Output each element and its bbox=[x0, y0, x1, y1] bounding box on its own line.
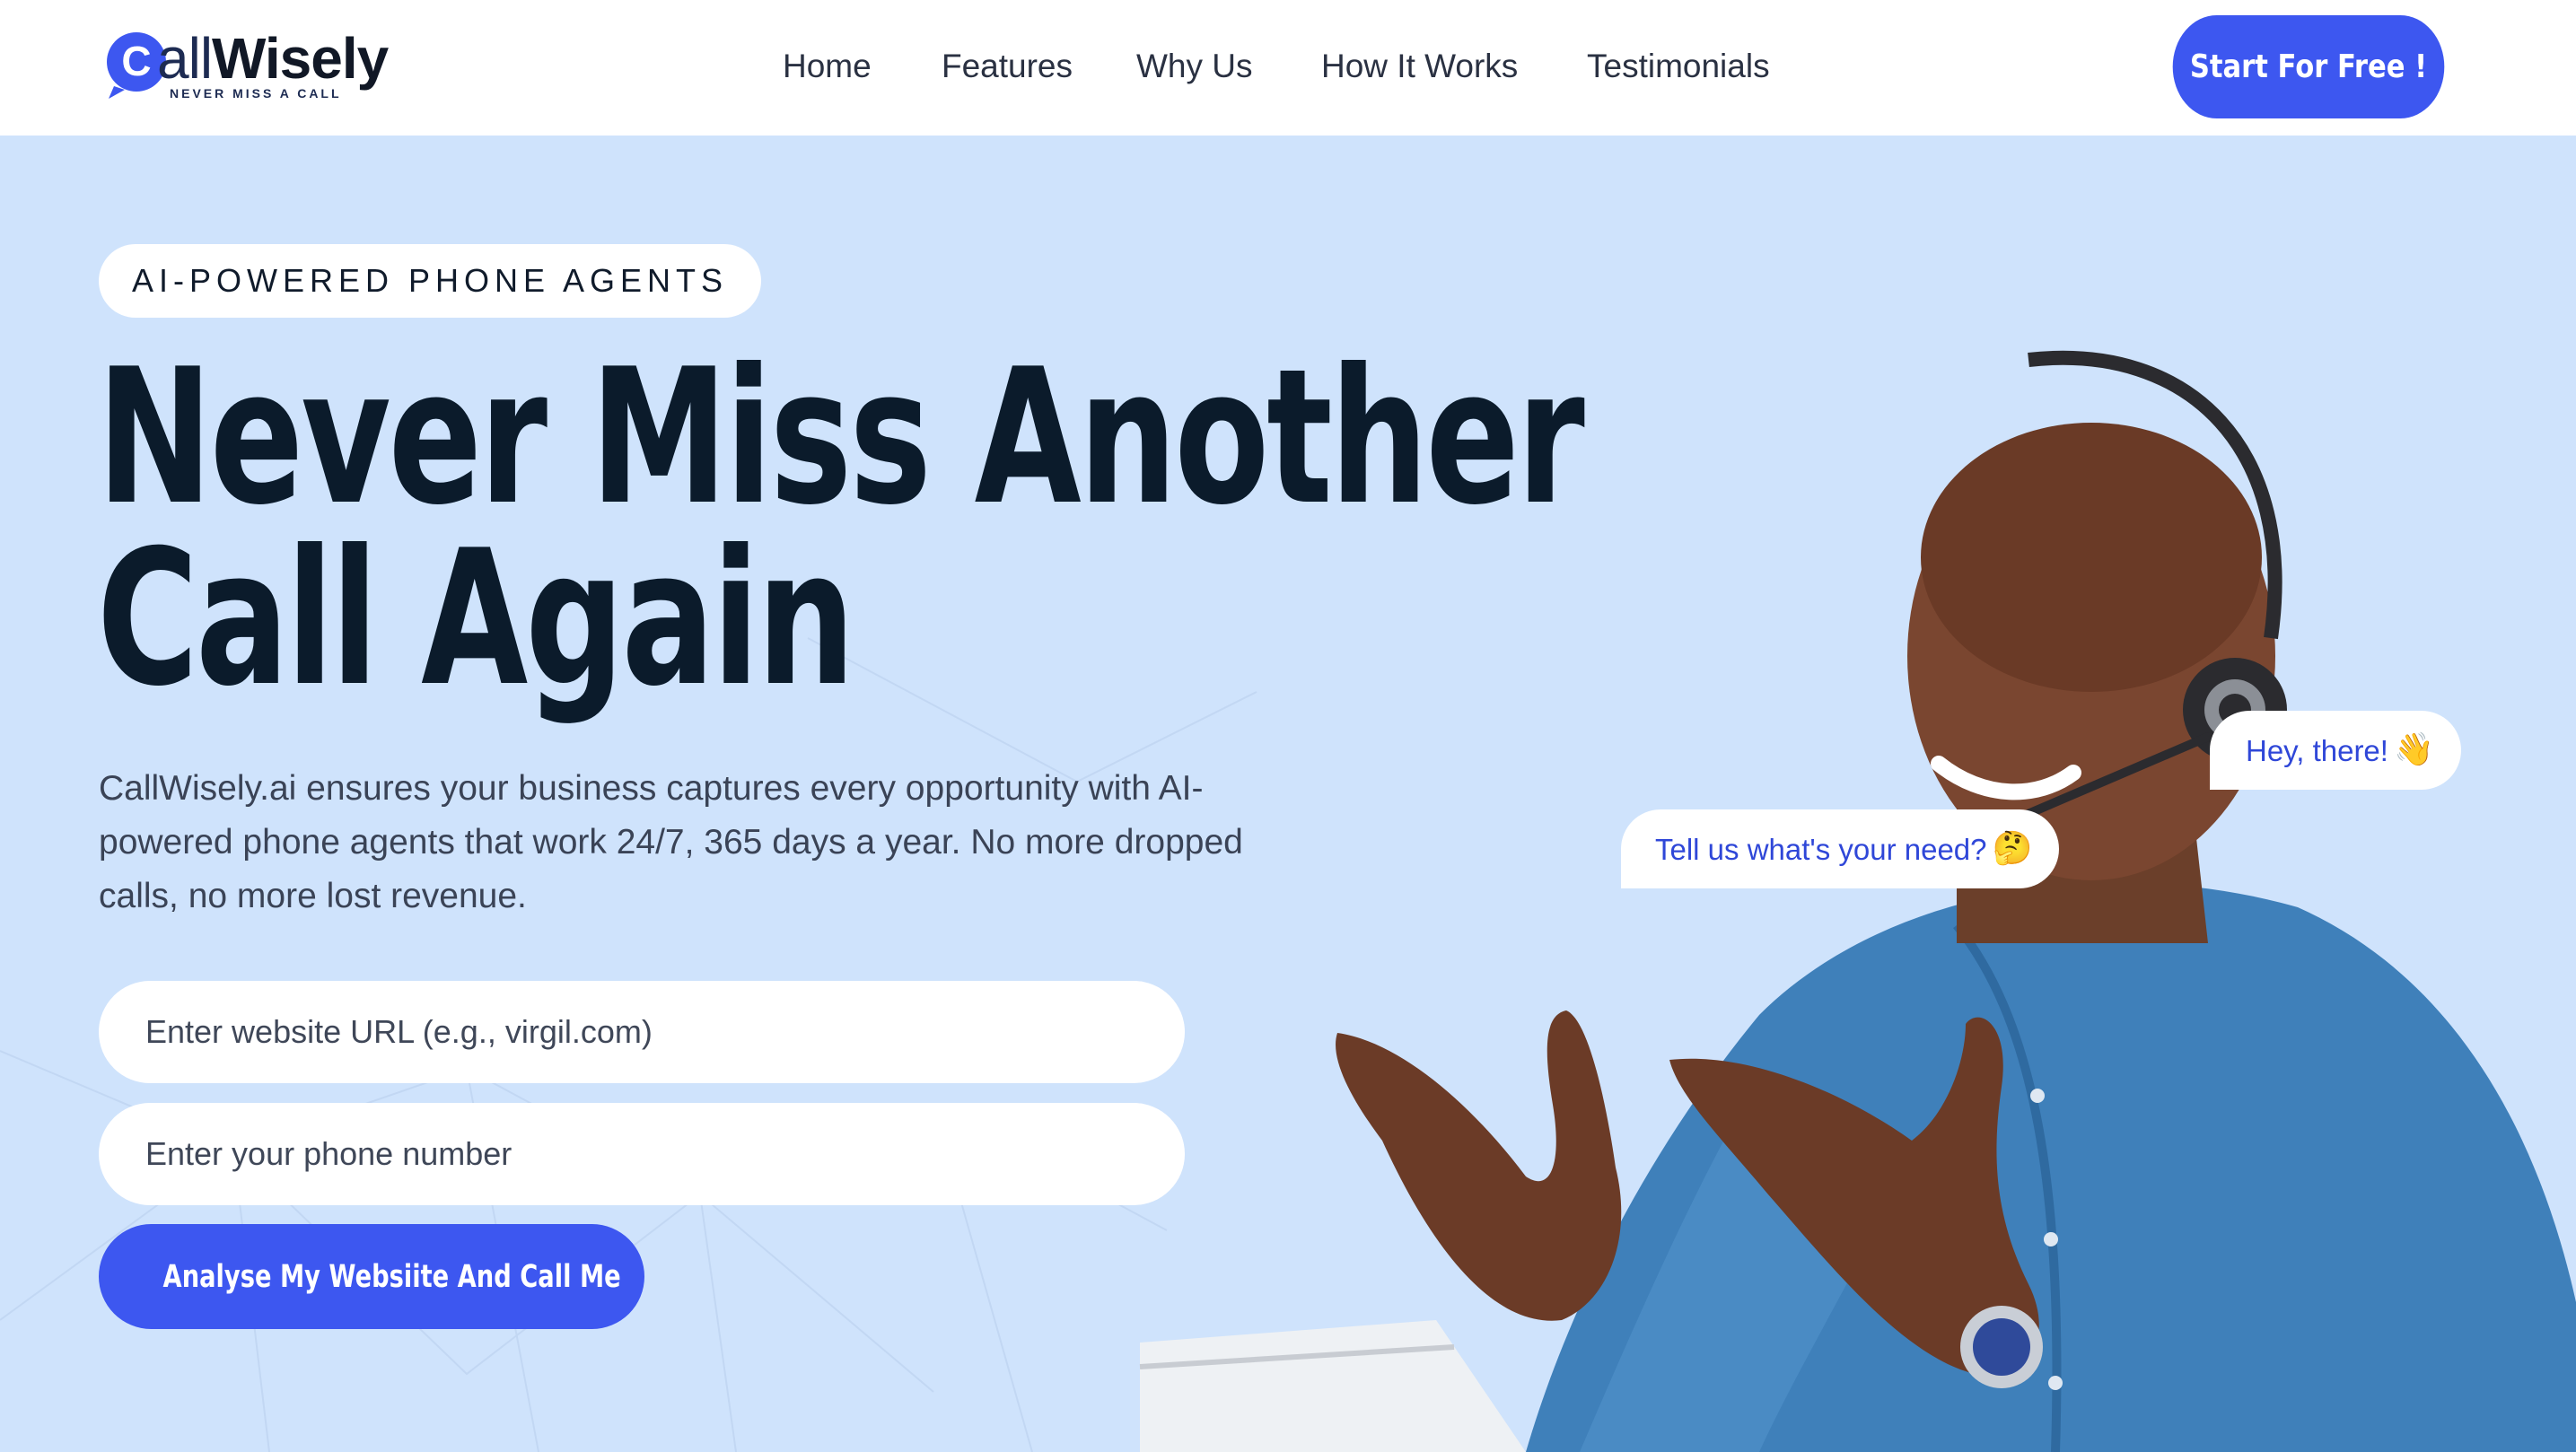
analyse-website-button[interactable]: Analyse My Websiite And Call Me bbox=[99, 1224, 644, 1329]
nav-features[interactable]: Features bbox=[942, 43, 1073, 90]
chat-bubble-question: Tell us what's your need? 🤔 bbox=[1621, 809, 2060, 888]
start-for-free-button[interactable]: Start For Free ! bbox=[2172, 15, 2445, 118]
site-header: C allWisely NEVER MISS A CALL Home Featu… bbox=[0, 0, 2576, 136]
waving-hand-icon: 👋 bbox=[2393, 731, 2434, 768]
ai-phone-agents-badge: AI-POWERED PHONE AGENTS bbox=[99, 244, 761, 318]
headline-line-1: Never Miss Another bbox=[97, 329, 1585, 547]
brand-tagline: NEVER MISS A CALL bbox=[170, 86, 342, 101]
hero-section: AI-POWERED PHONE AGENTS Never Miss Anoth… bbox=[0, 136, 2576, 1452]
svg-text:C: C bbox=[121, 38, 151, 84]
nav-how-it-works[interactable]: How It Works bbox=[1321, 43, 1518, 90]
hero-headline: Never Miss Another Call Again bbox=[97, 329, 1585, 728]
headline-line-2: Call Again bbox=[97, 511, 855, 728]
brand-name: allWisely bbox=[157, 26, 389, 91]
thinking-face-icon: 🤔 bbox=[1992, 830, 2033, 867]
chat-bubble-greeting: Hey, there! 👋 bbox=[2210, 711, 2461, 790]
brand-logo[interactable]: C allWisely NEVER MISS A CALL bbox=[105, 25, 401, 101]
phone-number-input[interactable] bbox=[99, 1103, 1185, 1205]
nav-testimonials[interactable]: Testimonials bbox=[1587, 43, 1770, 90]
nav-why-us[interactable]: Why Us bbox=[1136, 43, 1253, 90]
hero-description: CallWisely.ai ensures your business capt… bbox=[99, 769, 1243, 915]
website-url-input[interactable] bbox=[99, 981, 1185, 1083]
nav-home[interactable]: Home bbox=[783, 43, 872, 90]
